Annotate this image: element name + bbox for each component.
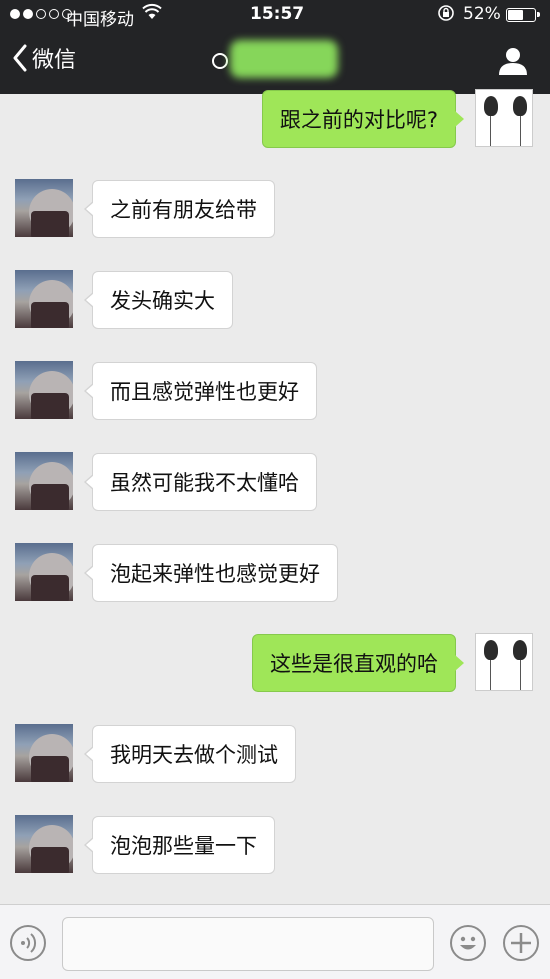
- back-label: 微信: [32, 48, 77, 73]
- battery-percent: 52%: [463, 4, 501, 24]
- plus-icon: [511, 933, 531, 953]
- outgoing-message-bubble[interactable]: 跟之前的对比呢?: [261, 90, 465, 148]
- incoming-message-bubble[interactable]: 我明天去做个测试: [84, 725, 296, 783]
- incoming-message-bubble[interactable]: 发头确实大: [84, 271, 233, 329]
- clock: 15:57: [250, 4, 305, 24]
- contact-avatar[interactable]: [15, 815, 73, 873]
- emoji-button[interactable]: [450, 925, 486, 961]
- more-button[interactable]: [503, 925, 539, 961]
- incoming-message-bubble[interactable]: 泡泡那些量一下: [84, 816, 275, 874]
- contact-avatar[interactable]: [15, 179, 73, 237]
- message-row: 这些是很直观的哈: [0, 633, 550, 693]
- incoming-message-bubble[interactable]: 虽然可能我不太懂哈: [84, 453, 317, 511]
- message-row: 泡起来弹性也感觉更好: [0, 543, 550, 603]
- carrier-name: 中国移动: [66, 10, 134, 30]
- contact-avatar[interactable]: [15, 270, 73, 328]
- message-row: 发头确实大: [0, 270, 550, 330]
- message-row: 泡泡那些量一下: [0, 815, 550, 875]
- status-bar: 中国移动 15:57 52%: [0, 0, 550, 30]
- my-avatar[interactable]: [475, 633, 533, 691]
- my-avatar[interactable]: [475, 89, 533, 147]
- top-bar: 中国移动 15:57 52% 微信: [0, 0, 550, 94]
- outgoing-message-bubble[interactable]: 这些是很直观的哈: [252, 634, 464, 692]
- battery-level: [508, 10, 523, 20]
- contact-avatar[interactable]: [15, 452, 73, 510]
- message-row: 跟之前的对比呢?: [0, 89, 550, 149]
- message-row: 我明天去做个测试: [0, 724, 550, 784]
- contact-info-button[interactable]: [498, 46, 528, 76]
- message-row: 虽然可能我不太懂哈: [0, 452, 550, 512]
- chat-title-redacted: [208, 36, 343, 82]
- person-icon: [499, 48, 527, 75]
- battery-icon: [506, 8, 540, 22]
- contact-avatar[interactable]: [15, 543, 73, 601]
- contact-avatar[interactable]: [15, 724, 73, 782]
- message-row: 之前有朋友给带: [0, 179, 550, 239]
- chevron-left-icon: [13, 44, 27, 72]
- incoming-message-bubble[interactable]: 之前有朋友给带: [84, 180, 275, 238]
- incoming-message-bubble[interactable]: 而且感觉弹性也更好: [84, 362, 317, 420]
- wifi-icon: [142, 3, 162, 26]
- smiley-icon: [460, 936, 476, 950]
- incoming-message-bubble[interactable]: 泡起来弹性也感觉更好: [84, 544, 338, 602]
- voice-icon: [21, 933, 37, 953]
- input-bar: [0, 904, 550, 979]
- signal-strength-icon: [10, 9, 72, 19]
- orientation-lock-icon: [437, 4, 455, 26]
- message-row: 而且感觉弹性也更好: [0, 361, 550, 421]
- back-button[interactable]: 微信: [12, 42, 76, 74]
- voice-button[interactable]: [10, 925, 46, 961]
- message-input[interactable]: [62, 917, 434, 971]
- contact-avatar[interactable]: [15, 361, 73, 419]
